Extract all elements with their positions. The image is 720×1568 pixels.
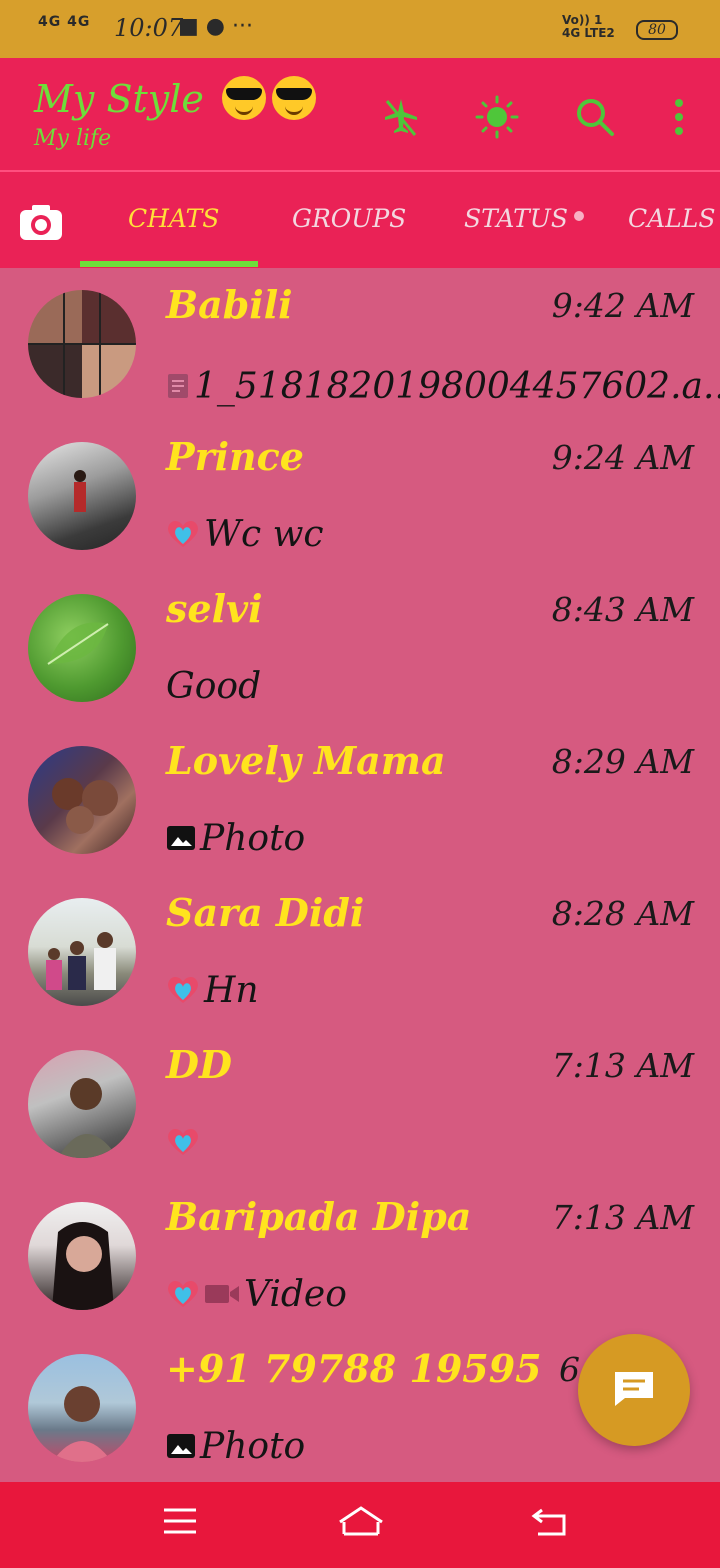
notification-icons: ■ ● ··· — [178, 14, 253, 39]
chat-name: selvi — [166, 586, 263, 631]
chat-item[interactable]: Sara Didi 8:28 AM Hn — [0, 876, 720, 1028]
document-icon — [166, 372, 190, 400]
sunglasses-emoji-icon — [271, 76, 316, 120]
chat-item[interactable]: selvi 8:43 AM Good — [0, 572, 720, 724]
chat-preview: Wc wc — [166, 512, 324, 556]
chat-time: 7:13 AM — [551, 1046, 694, 1085]
chat-preview-text: Wc wc — [204, 513, 324, 555]
active-tab-indicator — [80, 261, 258, 267]
search-icon[interactable] — [572, 94, 618, 140]
photo-icon — [166, 1432, 196, 1460]
avatar[interactable] — [28, 1202, 136, 1310]
home-icon[interactable] — [336, 1504, 383, 1544]
chat-name: Lovely Mama — [166, 738, 446, 783]
chat-preview-text: 1_518182019800445760​2.a... — [194, 365, 720, 407]
chat-name: Babili — [166, 282, 293, 327]
chat-preview: Hn — [166, 968, 259, 1012]
tab-status[interactable]: STATUS — [464, 204, 584, 233]
status-unread-dot — [574, 211, 584, 221]
chat-time: 7:13 AM — [551, 1198, 694, 1237]
status-time: 10:07 — [114, 14, 184, 42]
sunglasses-emoji-icon — [221, 76, 266, 120]
heart-emoji-icon — [166, 519, 200, 549]
avatar[interactable] — [28, 442, 136, 550]
chat-name: Baripada Dipa — [166, 1194, 472, 1239]
chat-preview — [166, 1120, 204, 1164]
avatar[interactable] — [28, 1354, 136, 1462]
heart-emoji-icon — [166, 1127, 200, 1157]
chat-preview-text: Video — [244, 1273, 347, 1315]
chat-name: DD — [166, 1042, 232, 1087]
chat-preview: Photo — [166, 816, 305, 860]
heart-emoji-icon — [166, 1279, 200, 1309]
chat-preview: Video — [166, 1272, 347, 1316]
chat-preview: Good — [166, 664, 261, 708]
brightness-icon[interactable] — [474, 94, 520, 140]
tab-bar: CHATS GROUPS STATUS CALLS — [0, 170, 720, 268]
chat-preview-text: Photo — [200, 1425, 306, 1467]
video-icon — [204, 1282, 240, 1306]
new-chat-icon — [611, 1368, 657, 1412]
chat-time: 8:43 AM — [551, 590, 694, 629]
tab-calls[interactable]: CALLS — [628, 204, 716, 233]
avatar[interactable] — [28, 898, 136, 1006]
network-indicator: Vo)) 1 4G LTE2 — [562, 13, 615, 40]
chat-preview: Photo — [166, 1424, 305, 1468]
chat-time: 9:24 AM — [551, 438, 694, 477]
chat-name: Prince — [166, 434, 304, 479]
chat-preview-text: Photo — [200, 817, 306, 859]
avatar[interactable] — [28, 1050, 136, 1158]
chat-name: Sara Didi — [166, 890, 365, 935]
chat-time: 8:29 AM — [551, 742, 694, 781]
avatar[interactable] — [28, 594, 136, 702]
status-bar: 4G 4G 10:07 ■ ● ··· Vo)) 1 4G LTE2 80 — [0, 0, 720, 58]
photo-icon — [166, 824, 196, 852]
tab-groups[interactable]: GROUPS — [292, 204, 406, 233]
chat-item[interactable]: Baripada Dipa 7:13 AM Video — [0, 1180, 720, 1332]
new-chat-button[interactable] — [578, 1334, 690, 1446]
avatar[interactable] — [28, 746, 136, 854]
airplane-mode-icon[interactable] — [378, 94, 424, 140]
app-subtitle: My life — [34, 126, 112, 151]
chat-item[interactable]: Babili 9:42 AM 1_518182019800445760​2.a.… — [0, 268, 720, 420]
chat-time: 9:42 AM — [551, 286, 694, 325]
chat-time: 6 — [559, 1350, 580, 1389]
chat-time: 8:28 AM — [551, 894, 694, 933]
menu-icon[interactable] — [160, 1504, 206, 1544]
tab-status-label: STATUS — [464, 204, 568, 233]
back-icon[interactable] — [530, 1504, 576, 1544]
tab-chats[interactable]: CHATS — [128, 204, 219, 233]
camera-icon[interactable] — [18, 202, 64, 242]
system-nav-bar — [0, 1482, 720, 1568]
chat-preview: 1_518182019800445760​2.a... — [166, 364, 720, 408]
heart-emoji-icon — [166, 975, 200, 1005]
chat-list: Babili 9:42 AM 1_518182019800445760​2.a.… — [0, 268, 720, 1482]
more-vert-icon[interactable] — [656, 94, 702, 140]
avatar[interactable] — [28, 290, 136, 398]
chat-item[interactable]: Lovely Mama 8:29 AM Photo — [0, 724, 720, 876]
chat-preview-text: Hn — [204, 969, 259, 1011]
app-title: My Style — [34, 76, 316, 121]
chat-item[interactable]: DD 7:13 AM — [0, 1028, 720, 1180]
app-header: My Style My life — [0, 58, 720, 170]
chat-name: +91 79788 19595 — [166, 1346, 542, 1391]
app-title-text: My Style — [34, 77, 204, 121]
chat-item[interactable]: Prince 9:24 AM Wc wc — [0, 420, 720, 572]
chat-preview-text: Good — [166, 665, 262, 707]
signal-indicator: 4G 4G — [38, 14, 91, 30]
battery-icon: 80 — [636, 20, 678, 40]
